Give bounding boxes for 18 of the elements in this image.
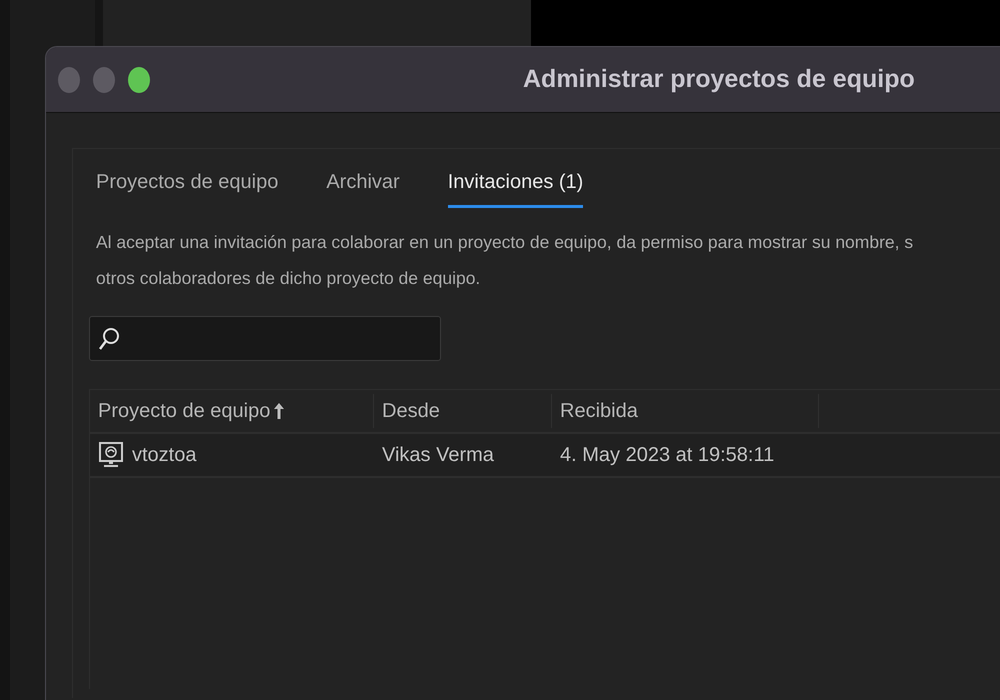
column-header[interactable]: Recibida bbox=[552, 394, 819, 428]
monitor-icon bbox=[98, 441, 124, 469]
tab[interactable]: Archivar bbox=[326, 167, 400, 208]
tab[interactable]: Invitaciones (1) bbox=[448, 167, 584, 208]
table-cell-text: Vikas Verma bbox=[381, 443, 495, 468]
description-text: otros colaboradores de dicho proyecto de equipo. bbox=[96, 267, 482, 290]
table-cell-text: 4. May 2023 at 19:58:11 bbox=[559, 443, 776, 468]
search-field[interactable] bbox=[89, 316, 441, 361]
minimize-button[interactable] bbox=[93, 66, 115, 92]
tab[interactable]: Proyectos de equipo bbox=[96, 167, 278, 208]
close-button[interactable] bbox=[58, 66, 80, 92]
window-title: Administrar proyectos de equipo bbox=[523, 64, 915, 95]
column-header[interactable]: Proyecto de equipo bbox=[90, 394, 374, 428]
table-cell-text: vtoztoa bbox=[132, 443, 196, 468]
description-text: Al aceptar una invitación para colaborar en un proyecto de equipo, da permiso para mostrar su nombre, s bbox=[96, 231, 914, 254]
zoom-button[interactable] bbox=[128, 66, 150, 92]
search-icon bbox=[98, 326, 120, 350]
column-header[interactable]: Desde bbox=[374, 394, 552, 428]
